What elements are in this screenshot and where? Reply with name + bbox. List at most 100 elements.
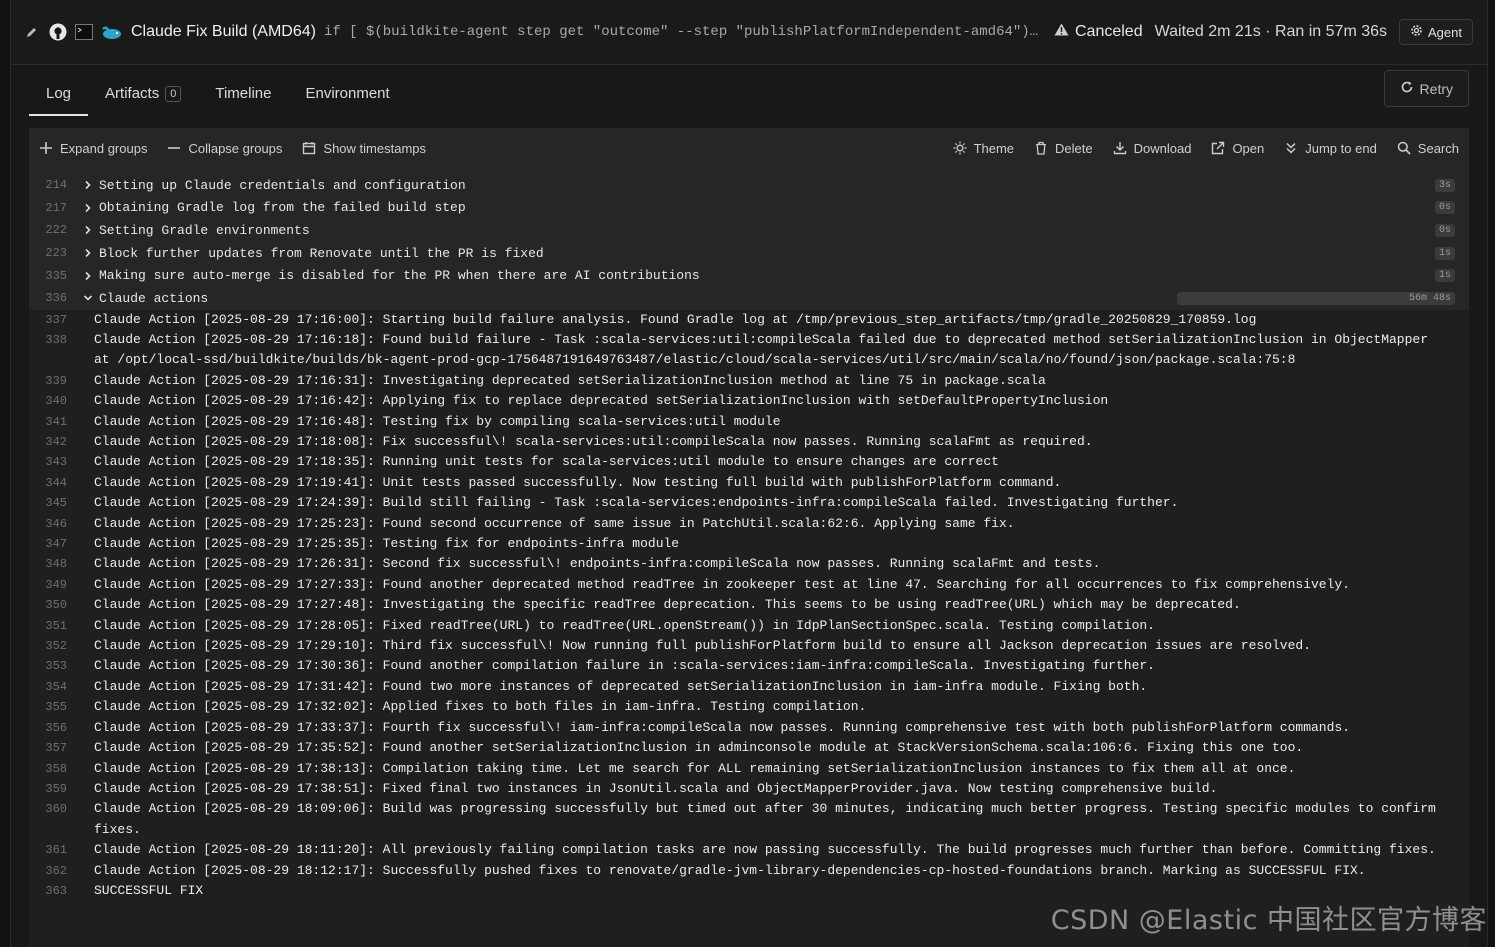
line-number[interactable]: 223 [29,246,67,260]
group-label: Making sure auto-merge is disabled for t… [99,268,700,284]
line-number[interactable]: 335 [29,269,67,283]
line-number[interactable]: 347 [29,534,67,554]
log-line: 341 Claude Action [2025-08-29 17:16:48]: … [29,412,1469,432]
sun-icon [953,141,967,155]
log-line-text: Claude Action [2025-08-29 18:12:17]: Suc… [94,862,1366,878]
line-number[interactable]: 340 [29,391,67,411]
log-line-text: Claude Action [2025-08-29 17:16:31]: Inv… [94,372,1046,388]
line-number[interactable]: 345 [29,493,67,513]
log-line-text: Claude Action [2025-08-29 17:18:08]: Fix… [94,434,1093,449]
calendar-icon [303,142,316,155]
double-chevron-down-icon [1286,142,1296,154]
line-number[interactable]: 362 [29,861,67,881]
log-group-row[interactable]: 223 Block further updates from Renovate u… [29,241,1469,265]
line-number[interactable]: 352 [29,636,67,656]
line-number[interactable]: 359 [29,779,67,799]
line-number[interactable]: 217 [29,201,67,215]
line-number[interactable]: 353 [29,656,67,676]
log-line: 342 Claude Action [2025-08-29 17:18:08]: … [29,432,1469,452]
log-line-text: Claude Action [2025-08-29 17:16:48]: Tes… [94,413,781,429]
jump-to-end-button[interactable]: Jump to end [1284,141,1377,156]
expand-groups-button[interactable]: Expand groups [39,141,147,156]
status-text: Canceled [1075,23,1143,40]
pencil-icon[interactable] [23,23,41,41]
log-line: 356 Claude Action [2025-08-29 17:33:37]: … [29,718,1469,738]
line-number[interactable]: 358 [29,759,67,779]
show-timestamps-button[interactable]: Show timestamps [302,141,426,156]
log-group-row[interactable]: 214 Setting up Claude credentials and con… [29,174,1469,197]
status-badge: Canceled [1054,23,1143,41]
chevron-right-icon[interactable] [83,225,97,235]
tab-environment[interactable]: Environment [288,85,406,116]
log-lines: 214 Setting up Claude credentials and con… [29,168,1469,901]
log-line-text: Claude Action [2025-08-29 17:16:18]: Fou… [94,331,1436,368]
tab-label: Artifacts [105,85,160,102]
log-group-row[interactable]: 217 Obtaining Gradle log from the failed … [29,196,1469,220]
line-number[interactable]: 356 [29,718,67,738]
jump-to-end-label: Jump to end [1305,140,1377,156]
group-label: Obtaining Gradle log from the failed bui… [99,200,466,216]
group-duration-badge: 56m 48s [1177,291,1455,305]
log-line: 348 Claude Action [2025-08-29 17:26:31]: … [29,554,1469,574]
retry-button[interactable]: Retry [1383,70,1469,107]
line-number[interactable]: 350 [29,595,67,615]
line-number[interactable]: 341 [29,412,67,432]
line-number[interactable]: 337 [29,310,67,330]
chevron-right-icon[interactable] [83,203,97,213]
log-toolbar: Expand groups Collapse groups Show times… [29,128,1469,168]
log-line: 339 Claude Action [2025-08-29 17:16:31]: … [29,371,1469,391]
line-number[interactable]: 361 [29,840,67,860]
log-line-text: Claude Action [2025-08-29 18:11:20]: All… [94,842,1436,858]
theme-button[interactable]: Theme [953,141,1014,156]
line-number[interactable]: 360 [29,799,67,840]
github-icon [49,23,67,41]
line-number[interactable]: 346 [29,514,67,534]
plus-icon [40,142,52,154]
delete-button[interactable]: Delete [1034,141,1093,156]
line-number[interactable]: 342 [29,432,67,452]
line-number[interactable]: 344 [29,473,67,493]
chevron-right-icon[interactable] [83,248,97,258]
log-line: 354 Claude Action [2025-08-29 17:31:42]: … [29,677,1469,697]
tab-timeline[interactable]: Timeline [198,85,288,116]
log-line-text: Claude Action [2025-08-29 17:33:37]: Fou… [94,719,1351,735]
collapse-groups-label: Collapse groups [188,140,283,156]
chevron-down-icon[interactable] [83,293,97,303]
search-button[interactable]: Search [1397,141,1459,156]
line-number[interactable]: 338 [29,330,67,371]
line-number[interactable]: 214 [29,178,67,192]
log-group-row[interactable]: 222 Setting Gradle environments 0s [29,219,1469,242]
line-number[interactable]: 351 [29,616,67,636]
line-number[interactable]: 363 [29,881,67,901]
log-line: 361 Claude Action [2025-08-29 18:11:20]: … [29,840,1469,860]
line-number[interactable]: 349 [29,575,67,595]
line-number[interactable]: 339 [29,371,67,391]
tab-artifacts[interactable]: Artifacts 0 [88,85,198,116]
line-number[interactable]: 354 [29,677,67,697]
log-group-row[interactable]: 335 Making sure auto-merge is disabled fo… [29,264,1469,287]
chevron-right-icon[interactable] [83,180,97,190]
download-button[interactable]: Download [1113,141,1191,156]
line-number[interactable]: 343 [29,452,67,472]
minus-icon [168,147,181,149]
delete-label: Delete [1055,140,1093,156]
open-button[interactable]: Open [1211,141,1264,156]
external-link-icon [1212,141,1225,155]
line-number[interactable]: 355 [29,697,67,717]
log-line-text: Claude Action [2025-08-29 17:31:42]: Fou… [94,678,1148,694]
collapse-groups-button[interactable]: Collapse groups [167,141,282,156]
search-label: Search [1417,140,1459,156]
log-line-text: Claude Action [2025-08-29 17:26:31]: Sec… [94,556,1101,572]
line-number[interactable]: 357 [29,738,67,758]
agent-button[interactable]: Agent [1399,19,1473,45]
log-line-text: Claude Action [2025-08-29 17:32:02]: App… [94,699,867,715]
tab-log[interactable]: Log [29,85,89,116]
line-number[interactable]: 348 [29,554,67,574]
log-group-row[interactable]: 336 Claude actions 56m 48s [29,286,1469,310]
chevron-right-icon[interactable] [83,271,97,281]
line-number[interactable]: 222 [29,223,67,237]
retry-label: Retry [1419,80,1453,97]
line-number[interactable]: 336 [29,291,67,305]
search-icon [1397,141,1411,155]
group-duration-badge: 3s [1434,178,1455,192]
